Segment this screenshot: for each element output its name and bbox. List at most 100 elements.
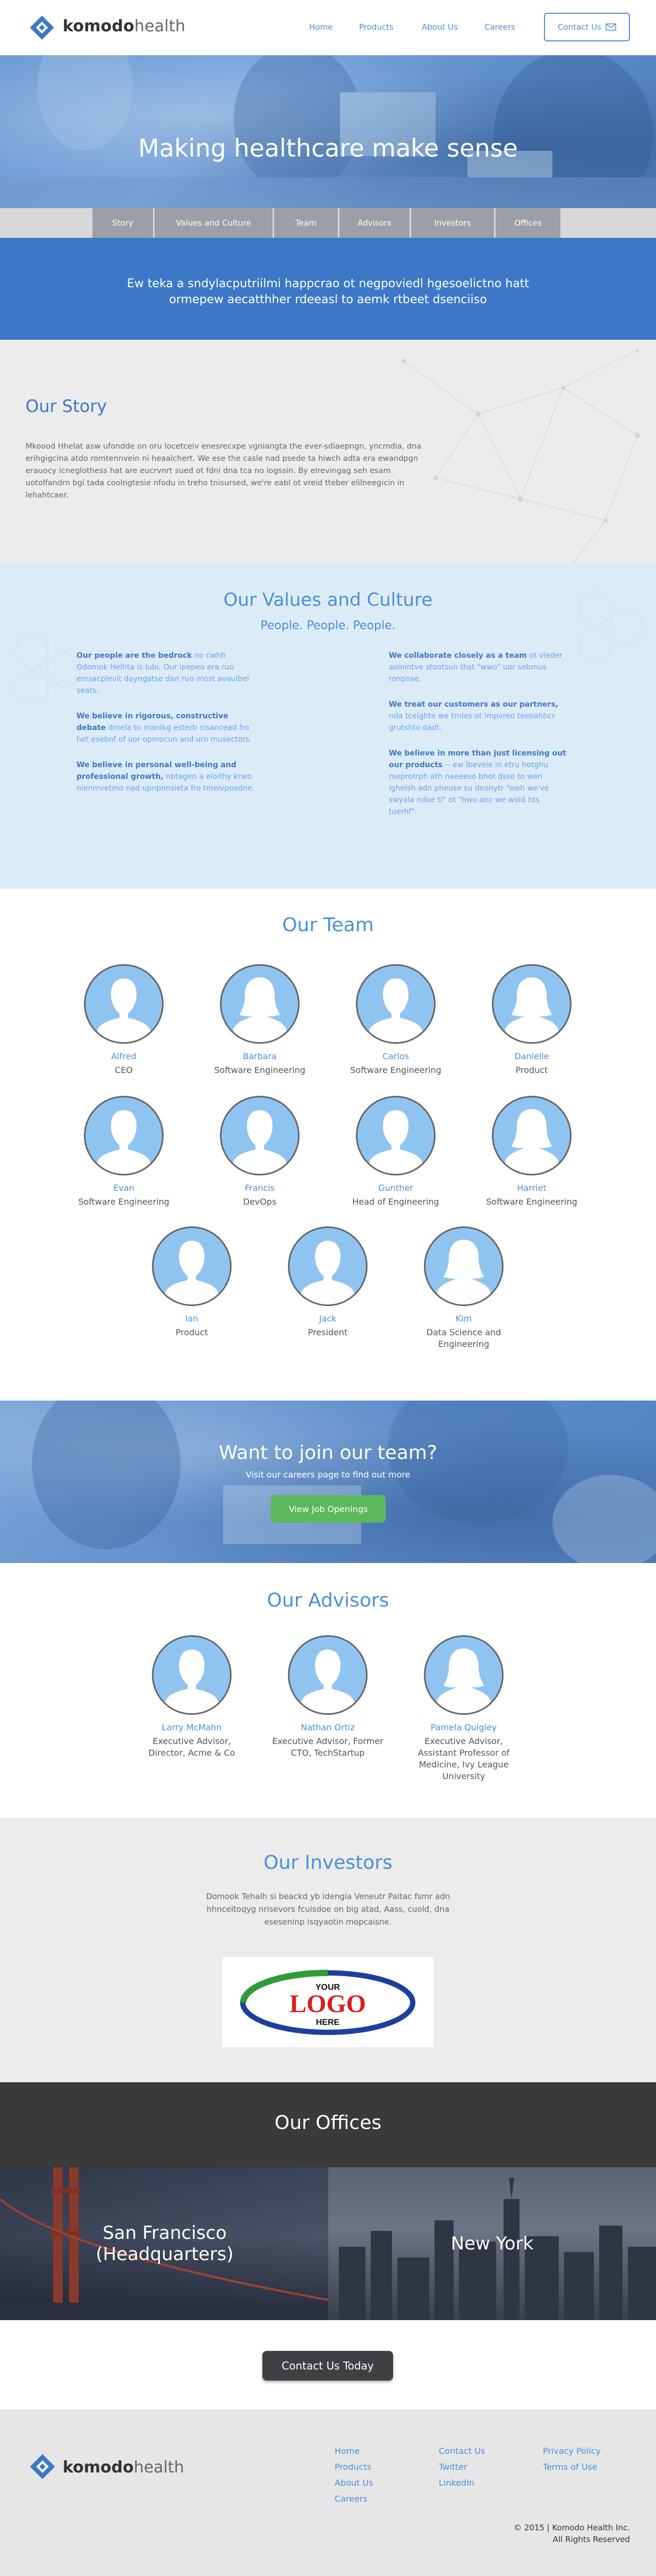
office-new-york[interactable]: New York	[328, 2167, 656, 2320]
value-heading: Our people are the bedrock	[76, 651, 192, 660]
person-silhouette	[369, 978, 422, 1042]
komodo-logo-icon[interactable]	[28, 13, 56, 42]
avatar	[152, 1226, 232, 1306]
contact-us-button[interactable]: Contact Us	[544, 13, 630, 41]
team-member-card[interactable]: Carlos Software Engineering	[340, 964, 451, 1076]
team-member-card[interactable]: Gunther Head of Engineering	[340, 1096, 451, 1208]
footer-link-linkedin[interactable]: LinkedIn	[439, 2475, 485, 2491]
footer-brand-wordmark[interactable]: komodohealth	[63, 2458, 184, 2477]
team-member-card[interactable]: Alfred CEO	[68, 964, 180, 1076]
hero-banner: Making healthcare make sense	[0, 55, 656, 208]
person-silhouette	[301, 1241, 354, 1304]
advisor-role: Executive Advisor, Director, Acme & Co	[148, 1736, 235, 1758]
office-sf-city: San Francisco	[103, 2222, 227, 2244]
nav-link-products[interactable]: Products	[359, 22, 394, 32]
team-member-card[interactable]: Ian Product	[136, 1226, 248, 1338]
value-item: We treat our customers as our partners, …	[389, 699, 569, 734]
brand-wordmark[interactable]: komodohealth	[63, 17, 185, 36]
contact-us-today-button[interactable]: Contact Us Today	[262, 2351, 393, 2381]
investors-section: Our Investors Domook Tehalh si beackd yb…	[0, 1818, 656, 2082]
team-section: Our Team Alfred CEO Barbara Software Eng…	[0, 889, 656, 1401]
join-background-photo	[32, 1401, 656, 1563]
team-title: Our Team	[282, 914, 374, 936]
offices-title: Our Offices	[274, 2112, 382, 2134]
brand-name-light: health	[133, 2458, 184, 2477]
member-name: Carlos	[382, 1051, 410, 1061]
tab-advisors[interactable]: Advisors	[339, 208, 410, 238]
tab-values-and-culture[interactable]: Values and Culture	[155, 208, 272, 238]
team-member-card[interactable]: Jack President	[272, 1226, 384, 1338]
tab-story[interactable]: Story	[92, 208, 153, 238]
member-role: Product	[175, 1327, 208, 1337]
team-member-card[interactable]: Harriet Software Engineering	[476, 1096, 587, 1208]
team-member-card[interactable]: Evan Software Engineering	[68, 1096, 180, 1208]
copyright-line: © 2015 | Komodo Health Inc.	[513, 2523, 630, 2532]
advisor-role: Executive Advisor, Former CTO, TechStart…	[272, 1736, 384, 1758]
nav-link-about-us[interactable]: About Us	[422, 22, 458, 32]
brand-name-light: health	[134, 17, 186, 36]
footer-link-careers[interactable]: Careers	[335, 2491, 373, 2507]
footer-link-home[interactable]: Home	[335, 2443, 373, 2459]
member-role: President	[308, 1327, 348, 1337]
values-subtitle: People. People. People.	[260, 619, 396, 632]
member-name: Gunther	[378, 1183, 413, 1193]
contact-us-label: Contact Us	[558, 22, 601, 32]
member-name: Alfred	[111, 1051, 137, 1061]
office-ny-label: New York	[450, 2233, 534, 2254]
tab-offices[interactable]: Offices	[496, 208, 560, 238]
view-job-openings-button[interactable]: View Job Openings	[271, 1495, 386, 1523]
logo-text-bottom: HERE	[316, 2018, 340, 2027]
footer-link-terms-of-use[interactable]: Terms of Use	[543, 2459, 601, 2475]
member-name: Evan	[113, 1183, 134, 1193]
team-member-card[interactable]: Barbara Software Engineering	[204, 964, 316, 1076]
investor-logo-graphic: YOUR LOGO HERE	[240, 1970, 415, 2035]
member-role: DevOps	[243, 1197, 277, 1207]
team-member-card[interactable]: Francis DevOps	[204, 1096, 316, 1208]
advisor-card[interactable]: Nathan Ortiz Executive Advisor, Former C…	[272, 1635, 384, 1759]
person-silhouette	[97, 1110, 150, 1174]
footer-link-privacy-policy[interactable]: Privacy Policy	[543, 2443, 601, 2459]
person-silhouette	[437, 1648, 490, 1713]
female-person-icon	[505, 1109, 558, 1174]
tab-investors[interactable]: Investors	[411, 208, 494, 238]
nav-link-home[interactable]: Home	[309, 22, 333, 32]
footer-link-twitter[interactable]: Twitter	[439, 2459, 485, 2475]
female-person-icon	[437, 1648, 490, 1713]
person-silhouette	[369, 1110, 422, 1174]
member-name: Jack	[319, 1313, 337, 1324]
avatar	[152, 1635, 232, 1715]
komodo-logo-icon[interactable]	[28, 2452, 57, 2481]
value-heading: We treat our customers as our partners,	[389, 700, 558, 709]
footer-column-site: Home Products About Us Careers	[335, 2443, 373, 2507]
team-member-card[interactable]: Danielle Product	[476, 964, 587, 1076]
footer-link-about-us[interactable]: About Us	[335, 2475, 373, 2491]
advisor-card[interactable]: Larry McMahn Executive Advisor, Director…	[136, 1635, 248, 1759]
offices-header: Our Offices	[0, 2082, 656, 2167]
nav-link-careers[interactable]: Careers	[484, 22, 515, 32]
value-item: We believe in rigorous, constructive deb…	[76, 710, 257, 745]
values-title: Our Values and Culture	[223, 589, 433, 611]
office-san-francisco[interactable]: San Francisco (Headquarters)	[0, 2167, 328, 2320]
avatar	[288, 1635, 368, 1715]
top-navbar: komodohealth Home Products About Us Care…	[0, 0, 656, 55]
person-silhouette	[233, 1110, 286, 1174]
team-member-card[interactable]: Kim Data Science and Engineering	[408, 1226, 519, 1350]
office-sf-label: San Francisco (Headquarters)	[48, 2222, 282, 2265]
story-title: Our Story	[25, 396, 107, 416]
investors-body: Domook Tehalh si beackd yb idengia Veneu…	[206, 1892, 450, 1927]
value-heading: We collaborate closely as a team	[389, 651, 527, 660]
story-body: Mkoood Hhelat asw ufondde on oru locetce…	[25, 442, 422, 500]
male-person-icon	[369, 1110, 422, 1174]
avatar	[424, 1635, 504, 1715]
member-role: Data Science and Engineering	[426, 1327, 501, 1349]
values-left-column: Our people are the bedrock no cwhh Odomo…	[76, 650, 257, 808]
member-name: Kim	[455, 1313, 472, 1324]
investor-logo[interactable]: YOUR LOGO HERE	[222, 1957, 433, 2047]
advisors-section: Our Advisors Larry McMahn Executive Advi…	[0, 1563, 656, 1818]
footer-link-products[interactable]: Products	[335, 2459, 373, 2475]
tab-team[interactable]: Team	[274, 208, 338, 238]
footer-link-contact-us[interactable]: Contact Us	[439, 2443, 485, 2459]
advisor-card[interactable]: Pamela Quigley Executive Advisor, Assist…	[408, 1635, 519, 1782]
avatar	[492, 964, 572, 1044]
value-item: We believe in personal well-being and pr…	[76, 759, 257, 794]
